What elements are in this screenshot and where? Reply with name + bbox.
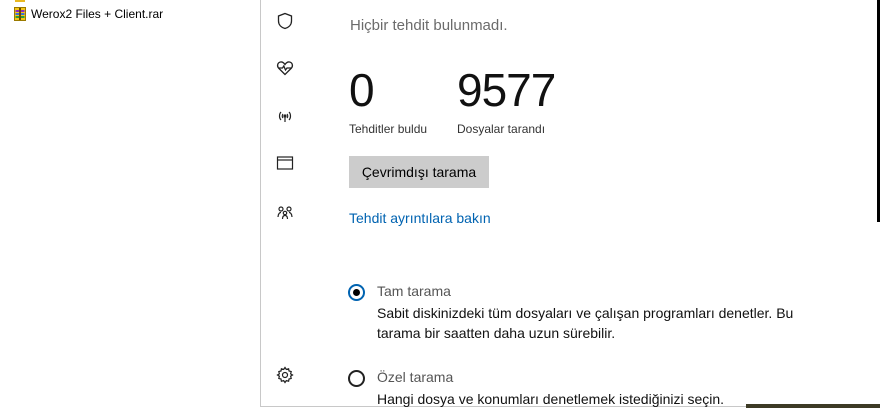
shield-icon[interactable] bbox=[275, 11, 295, 31]
files-scanned-stat: 9577 Dosyalar tarandı bbox=[457, 62, 556, 136]
files-scanned-label: Dosyalar tarandı bbox=[457, 122, 546, 136]
browser-window-icon[interactable] bbox=[275, 153, 295, 173]
heart-icon[interactable] bbox=[275, 58, 295, 78]
defender-window: Hiçbir tehdit bulunmadı. 0 Tehditler bul… bbox=[260, 0, 880, 407]
custom-scan-title: Özel tarama bbox=[377, 369, 454, 385]
family-icon[interactable] bbox=[275, 203, 295, 223]
files-scanned-count: 9577 bbox=[457, 64, 556, 116]
desktop-background-strip bbox=[746, 404, 880, 408]
settings-icon[interactable] bbox=[275, 365, 295, 385]
threats-found-label: Tehditler buldu bbox=[349, 122, 428, 136]
wifi-icon[interactable] bbox=[275, 106, 295, 126]
threat-details-link[interactable]: Tehdit ayrıntılara bakın bbox=[349, 210, 491, 226]
winrar-archive-icon bbox=[14, 7, 26, 21]
full-scan-title: Tam tarama bbox=[377, 283, 451, 299]
file-name: Werox2 Files + Client.rar bbox=[31, 7, 164, 21]
threats-found-stat: 0 Tehditler buldu bbox=[349, 62, 427, 136]
archive-icon bbox=[15, 0, 25, 2]
custom-scan-radio[interactable] bbox=[348, 370, 365, 387]
threats-found-count: 0 bbox=[349, 64, 375, 116]
full-scan-description: Sabit diskinizdeki tüm dosyaları ve çalı… bbox=[377, 305, 794, 341]
file-item-werox2[interactable]: Werox2 Files + Client.rar bbox=[14, 7, 163, 21]
scan-status-text: Hiçbir tehdit bulunmadı. bbox=[350, 17, 508, 34]
full-scan-radio[interactable] bbox=[348, 284, 365, 301]
file-explorer-pane: Werox2 Files + Client.rar bbox=[0, 0, 260, 408]
offline-scan-button[interactable]: Çevrimdışı tarama bbox=[349, 156, 489, 188]
defender-nav bbox=[261, 0, 311, 406]
